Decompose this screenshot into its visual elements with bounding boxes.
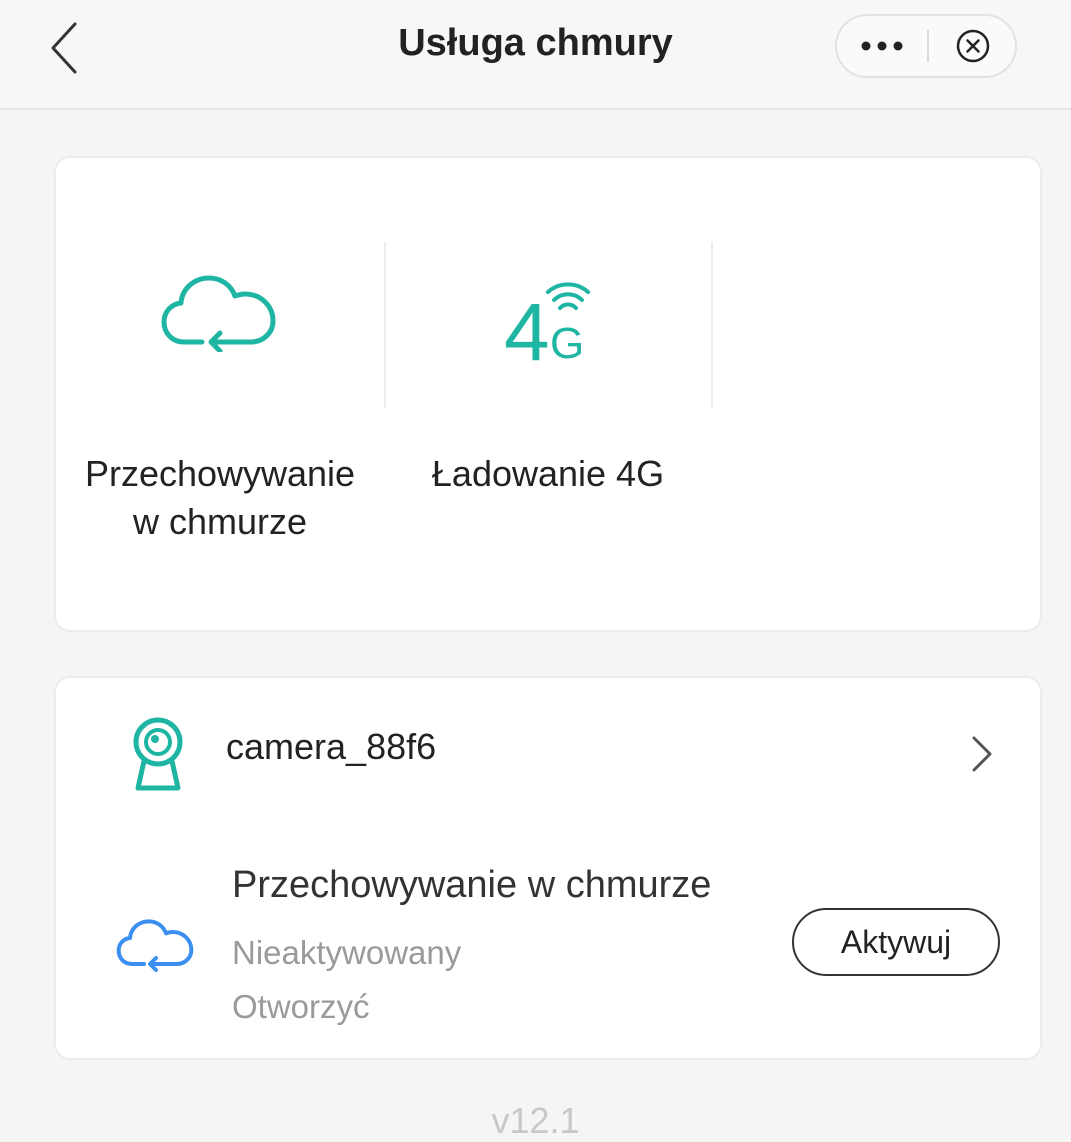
plan-title: Przechowywanie w chmurze: [232, 864, 712, 906]
service-4g-charging[interactable]: 4 G Ładowanie 4G: [384, 242, 712, 572]
device-name: camera_88f6: [226, 726, 437, 767]
camera-icon: [133, 717, 183, 791]
header-bar: Usługa chmury: [0, 0, 1071, 110]
services-card: Przechowywanie w chmurze 4 G Ładowanie 4…: [54, 156, 1042, 632]
svg-text:G: G: [550, 319, 584, 368]
plan-action-hint: Otworzyć: [232, 988, 370, 1025]
chevron-right-icon: [972, 736, 992, 772]
close-button[interactable]: [929, 16, 1017, 76]
cloud-sync-icon: [161, 275, 276, 352]
4g-signal-icon: 4 G: [504, 282, 590, 372]
plan-status: Nieaktywowany: [232, 934, 462, 971]
service-label: Ładowanie 4G: [431, 453, 665, 494]
service-label: Przechowywanie w chmurze: [84, 453, 356, 542]
activate-button[interactable]: Aktywuj: [792, 908, 1000, 976]
mini-program-capsule: [835, 14, 1017, 78]
device-row[interactable]: camera_88f6: [56, 678, 1040, 828]
more-button[interactable]: [837, 16, 927, 76]
service-cloud-storage[interactable]: Przechowywanie w chmurze: [56, 242, 384, 572]
app-version: v12.1: [491, 1100, 580, 1141]
cloud-sync-icon: [116, 919, 194, 972]
close-circle-icon: [956, 29, 990, 63]
device-card: camera_88f6 Przechowywanie w chmurze Nie…: [54, 676, 1042, 1060]
service-divider: [711, 242, 713, 408]
svg-text:4: 4: [504, 287, 550, 372]
more-dots-icon: [861, 41, 903, 51]
